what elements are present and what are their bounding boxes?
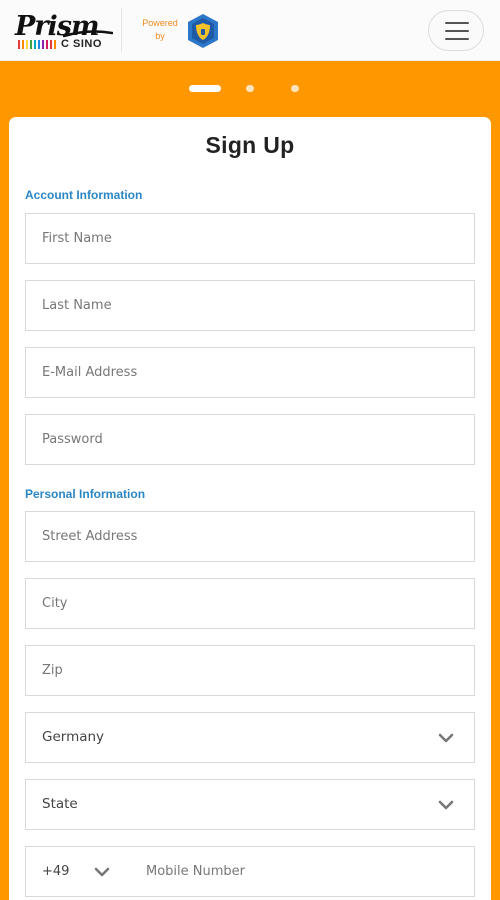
carousel-dot-2[interactable]	[246, 85, 254, 92]
country-select[interactable]: Germany	[25, 712, 475, 763]
state-select[interactable]: State	[25, 779, 475, 830]
mobile-number-input[interactable]	[130, 847, 500, 896]
zip-input[interactable]	[26, 646, 474, 695]
logo-swoosh-icon	[63, 30, 113, 38]
city-input[interactable]	[26, 579, 474, 628]
header-divider	[121, 8, 122, 52]
powered-by-label: Powered by	[142, 18, 178, 41]
page-title: Sign Up	[205, 132, 295, 158]
email-input[interactable]	[26, 348, 474, 397]
brand-logo[interactable]: Prism C SINO	[15, 12, 115, 50]
carousel-dot-3[interactable]	[291, 85, 299, 92]
last-name-input[interactable]	[26, 281, 474, 330]
street-address-field[interactable]	[25, 511, 475, 562]
last-name-field[interactable]	[25, 280, 475, 331]
first-name-field[interactable]	[25, 213, 475, 264]
email-field[interactable]	[25, 347, 475, 398]
logo-casino-text: C SINO	[61, 38, 102, 50]
top-header: Prism C SINO Powered by	[0, 0, 500, 61]
section-heading-personal: Personal Information	[25, 487, 146, 501]
logo-color-bars	[18, 40, 56, 49]
first-name-input[interactable]	[26, 214, 474, 263]
mobile-number-field: +49	[25, 846, 500, 897]
zip-field[interactable]	[25, 645, 475, 696]
section-heading-account: Account Information	[25, 188, 143, 202]
phone-country-code[interactable]: +49	[42, 847, 69, 896]
carousel-indicators	[0, 82, 500, 96]
chevron-down-icon[interactable]	[94, 866, 110, 878]
hamburger-menu-icon	[445, 22, 469, 24]
password-input[interactable]	[26, 415, 474, 464]
street-address-input[interactable]	[26, 512, 474, 561]
shield-icon	[188, 14, 218, 48]
city-field[interactable]	[25, 578, 475, 629]
carousel-dot-1[interactable]	[189, 85, 221, 92]
chevron-down-icon	[438, 800, 454, 810]
hamburger-menu-button[interactable]	[428, 10, 484, 51]
country-selected-value: Germany	[42, 729, 105, 745]
password-field[interactable]	[25, 414, 475, 465]
state-selected-value: State	[42, 796, 78, 812]
chevron-down-icon	[438, 733, 454, 743]
